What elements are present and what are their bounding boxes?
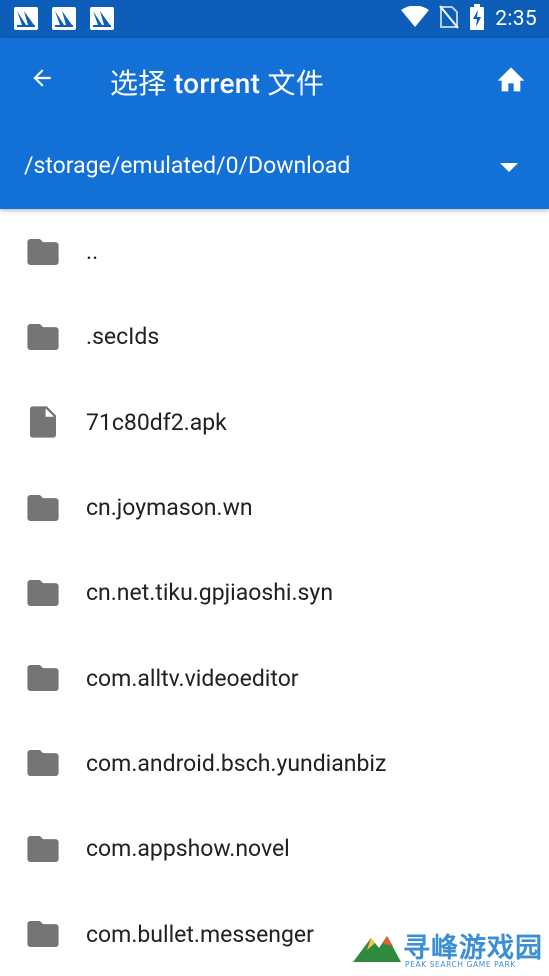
notification-app-icon — [14, 7, 38, 30]
list-item[interactable]: cn.joymason.wn — [0, 465, 549, 550]
path-selector[interactable]: /storage/emulated/0/Download — [0, 138, 549, 198]
file-name: cn.net.tiku.gpjiaoshi.syn — [86, 579, 334, 607]
list-item[interactable]: .secIds — [0, 294, 549, 379]
file-name: .secIds — [86, 323, 160, 351]
file-name: com.appshow.novel — [86, 835, 290, 863]
list-item[interactable]: .. — [0, 209, 549, 294]
battery-charging-icon — [469, 4, 485, 34]
file-name: 71c80df2.apk — [86, 408, 227, 436]
status-time: 2:35 — [495, 7, 537, 31]
home-icon — [495, 63, 527, 97]
status-bar: 2:35 — [0, 0, 549, 38]
file-name: com.android.bsch.yundianbiz — [86, 749, 387, 777]
list-item[interactable]: com.android.bsch.yundianbiz — [0, 721, 549, 806]
file-name: com.alltv.videoeditor — [86, 664, 299, 692]
folder-icon — [26, 661, 60, 695]
list-item[interactable]: com.alltv.videoeditor — [0, 635, 549, 720]
list-item[interactable]: cn.net.tiku.gpjiaoshi.syn — [0, 550, 549, 635]
watermark: 寻峰游戏园 PEAK SEARCH GAME PARK — [353, 926, 543, 970]
file-name: com.bullet.messenger — [86, 920, 314, 948]
list-item[interactable]: 71c80df2.apk — [0, 380, 549, 465]
file-list: .. .secIds 71c80df2.apk cn.joymason.wn c… — [0, 209, 549, 976]
folder-icon — [26, 832, 60, 866]
wifi-icon — [401, 5, 430, 32]
notification-icons — [14, 7, 114, 30]
watermark-subtitle: PEAK SEARCH GAME PARK — [405, 960, 516, 969]
back-button[interactable] — [22, 60, 62, 100]
page-title: 选择 torrent 文件 — [110, 67, 325, 100]
folder-icon — [26, 576, 60, 610]
home-button[interactable] — [491, 60, 531, 100]
file-name: cn.joymason.wn — [86, 494, 253, 522]
folder-icon — [26, 746, 60, 780]
no-sim-icon — [439, 5, 460, 33]
folder-icon — [26, 320, 60, 354]
arrow-back-icon — [29, 65, 55, 95]
folder-icon — [26, 235, 60, 269]
file-icon — [26, 405, 60, 439]
notification-app-icon — [90, 7, 114, 30]
status-indicators: 2:35 — [401, 0, 537, 38]
current-path: /storage/emulated/0/Download — [24, 152, 351, 179]
app-bar: 选择 torrent 文件 /storage/emulated/0/Downlo… — [0, 38, 549, 209]
notification-app-icon — [52, 7, 76, 30]
dropdown-arrow-icon[interactable] — [499, 158, 519, 178]
file-name: .. — [86, 238, 99, 266]
folder-icon — [26, 917, 60, 951]
folder-icon — [26, 491, 60, 525]
mountain-logo-icon — [353, 930, 401, 968]
list-item[interactable]: com.appshow.novel — [0, 806, 549, 891]
